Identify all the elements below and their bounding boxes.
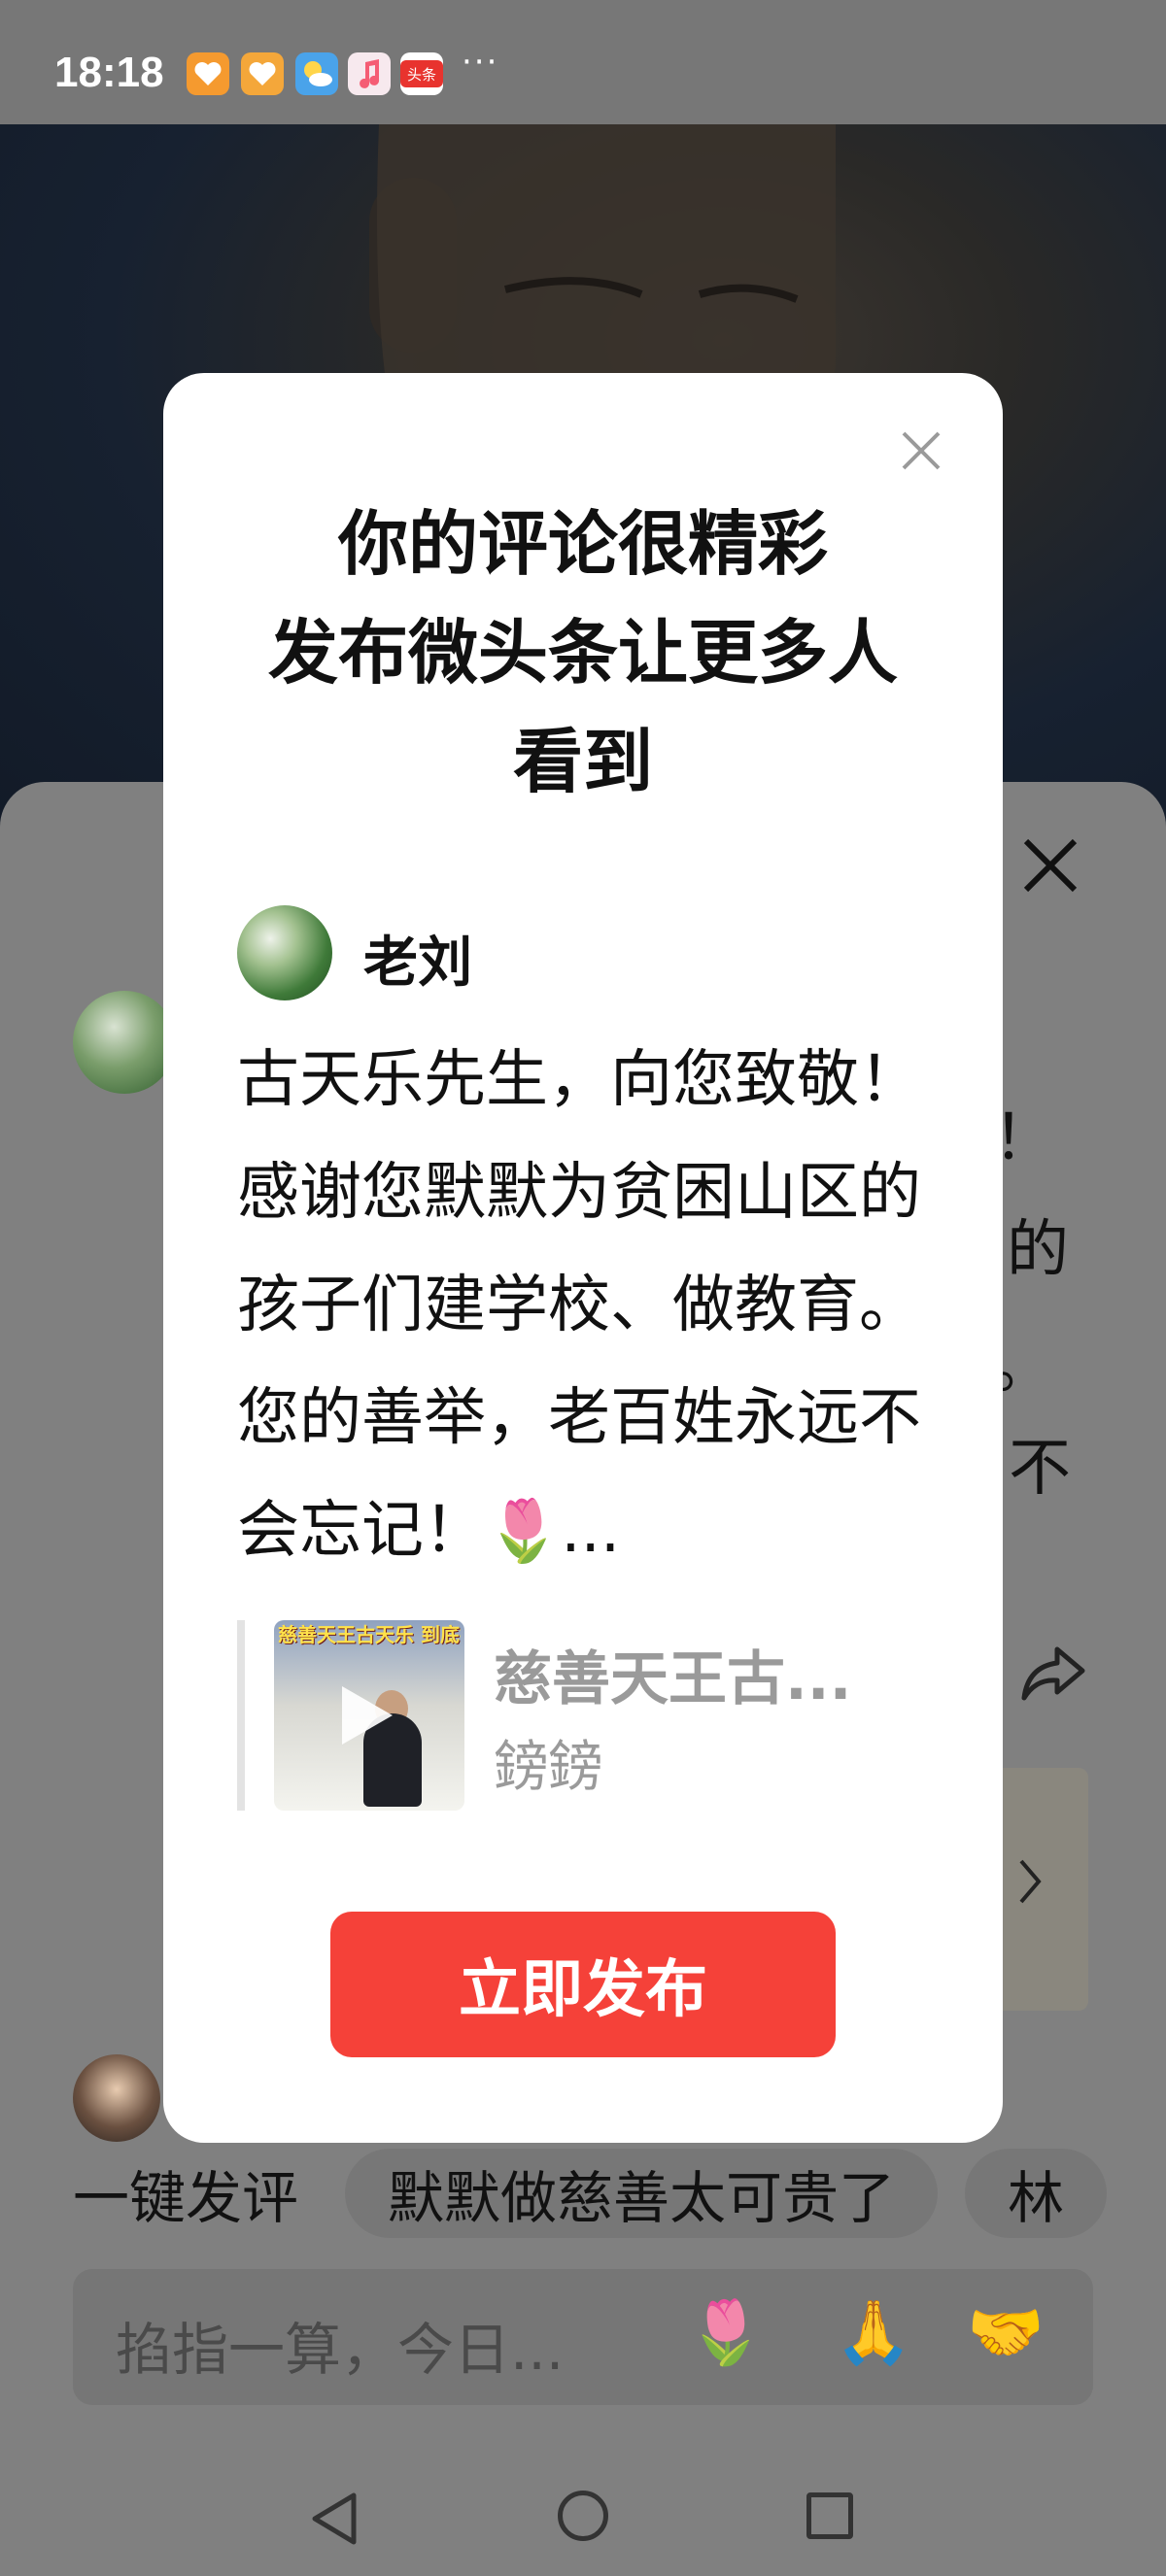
system-nav-bar — [0, 2448, 1166, 2576]
dialog-close-icon[interactable] — [898, 427, 944, 474]
quick-comment-chip[interactable]: 林 — [965, 2149, 1108, 2238]
weather-icon — [295, 52, 338, 95]
comment-fragment: 的 — [1007, 1214, 1069, 1286]
quoted-video-author: 鎊鎊 — [494, 1736, 602, 1799]
dialog-title-line: 你的评论很精彩 — [337, 503, 828, 585]
more-notifications-icon: ··· — [462, 43, 499, 82]
home-icon[interactable] — [558, 2491, 608, 2541]
toutiao-icon: 头条 — [400, 52, 443, 95]
svg-text:头条: 头条 — [407, 66, 436, 84]
thumbnail-caption: 慈善天王古天乐 到底捐建了多少所学校 — [278, 1623, 461, 1646]
pray-emoji-button[interactable]: 🙏 — [835, 2302, 912, 2364]
reply-avatar[interactable] — [73, 2054, 160, 2142]
publish-now-button[interactable]: 立即发布 — [330, 1912, 836, 2057]
comment-preview: 古天乐先生，向您致敬！感谢您默默为贫困山区的孩子们建学校、做教育。您的善举，老百… — [237, 1024, 946, 1587]
chevron-right-icon[interactable] — [1015, 1855, 1045, 1921]
app-heart-icon-2 — [241, 52, 284, 95]
dialog-title-line: 发布微头条让更多人 — [267, 612, 898, 694]
quoted-video-thumbnail: 慈善天王古天乐 到底捐建了多少所学校 — [274, 1620, 464, 1811]
recent-apps-icon[interactable] — [806, 2492, 853, 2539]
comment-input-placeholder: 掐指一算，今日... — [116, 2317, 565, 2383]
quick-comment-chip[interactable]: 默默做慈善太可贵了 — [345, 2149, 939, 2238]
dialog-title: 你的评论很精彩 发布微头条让更多人 看到 — [163, 490, 1003, 816]
quote-divider — [237, 1620, 245, 1811]
quick-comment-row: 一键发评 默默做慈善太可贵了 林 — [73, 2149, 1134, 2238]
comment-input[interactable]: 掐指一算，今日... 🌷 🙏 🤝 — [73, 2269, 1093, 2405]
tulip-emoji-button[interactable]: 🌷 — [687, 2302, 765, 2364]
handshake-emoji-button[interactable]: 🤝 — [967, 2302, 1045, 2364]
back-icon[interactable] — [309, 2491, 360, 2547]
comment-avatar[interactable] — [73, 991, 176, 1094]
comment-ellipsis: ... — [561, 1495, 621, 1567]
quick-comment-label: 一键发评 — [73, 2165, 299, 2231]
author-name: 老刘 — [363, 932, 472, 995]
app-heart-icon-1 — [187, 52, 229, 95]
quoted-video-title: 慈善天王古... — [494, 1645, 852, 1713]
status-time: 18:18 — [54, 49, 164, 96]
tulip-icon: 🌷 — [486, 1495, 562, 1566]
music-icon — [348, 52, 391, 95]
comment-preview-text: 古天乐先生，向您致敬！感谢您默默为贫困山区的孩子们建学校、做教育。您的善举，老百… — [237, 1044, 921, 1567]
share-icon[interactable] — [1018, 1642, 1088, 1719]
sheet-close-icon[interactable] — [1020, 835, 1080, 906]
status-bar: 18:18 头条 ··· — [0, 0, 1166, 124]
dialog-title-line: 看到 — [512, 721, 653, 802]
comment-fragment: 不 — [1009, 1433, 1071, 1505]
publish-dialog: 你的评论很精彩 发布微头条让更多人 看到 老刘 古天乐先生，向您致敬！感谢您默默… — [163, 373, 1003, 2143]
author-avatar — [237, 905, 332, 1000]
play-icon — [342, 1686, 393, 1745]
